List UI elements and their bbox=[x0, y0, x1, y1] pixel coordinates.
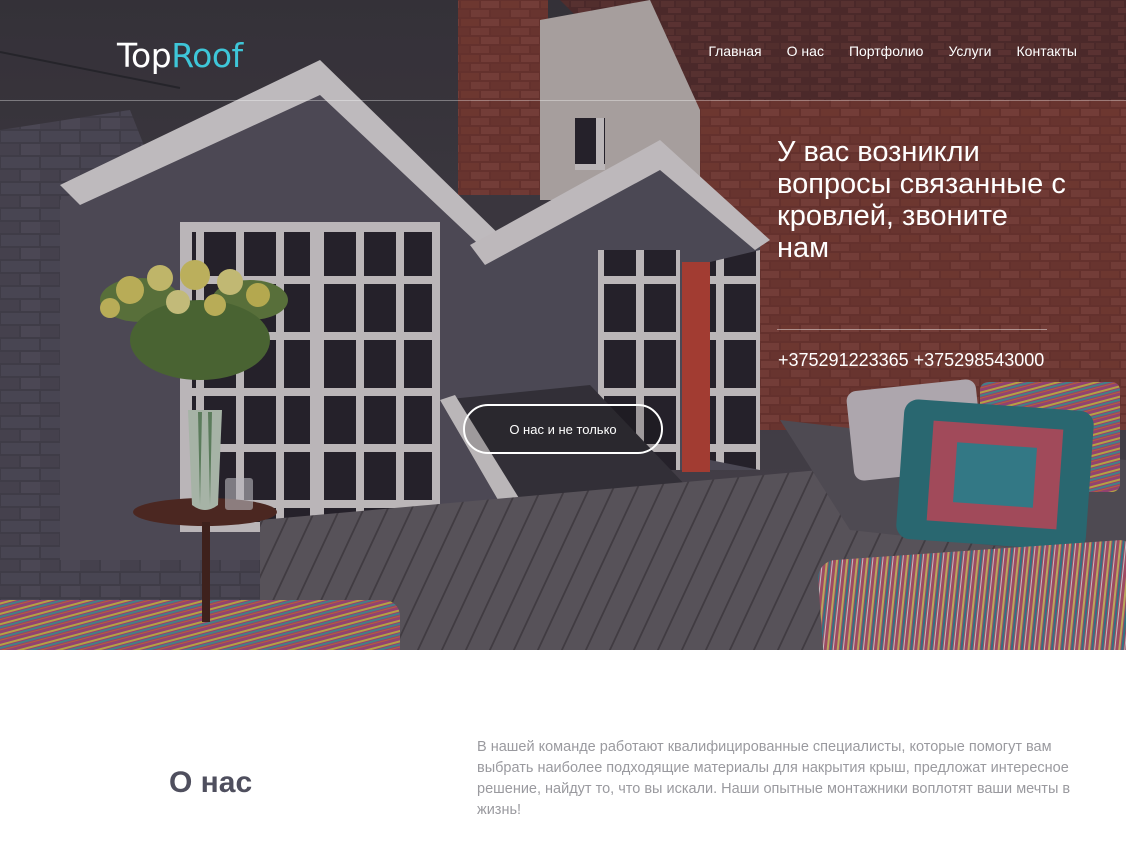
site-header: TopRoof Главная О нас Портфолио Услуги К… bbox=[0, 0, 1126, 101]
hero-section: TopRoof Главная О нас Портфолио Услуги К… bbox=[0, 0, 1126, 650]
main-nav: Главная О нас Портфолио Услуги Контакты bbox=[683, 43, 1077, 59]
nav-item-contacts[interactable]: Контакты bbox=[1017, 43, 1077, 59]
nav-item-portfolio[interactable]: Портфолио bbox=[849, 43, 924, 59]
hero-divider bbox=[777, 329, 1047, 330]
about-text: В нашей команде работают квалифицированн… bbox=[477, 739, 1071, 818]
nav-item-about[interactable]: О нас bbox=[787, 43, 824, 59]
about-title: О нас bbox=[169, 766, 253, 799]
about-more-button[interactable]: О нас и не только bbox=[463, 404, 663, 454]
nav-item-home[interactable]: Главная bbox=[708, 43, 761, 59]
hero-phone-numbers: +375291223365 +375298543000 bbox=[778, 350, 1045, 370]
hero-title: У вас возникли вопросы связанные с кровл… bbox=[777, 136, 1066, 264]
logo-text-roof: Roof bbox=[171, 36, 243, 75]
logo-text-top: Top bbox=[117, 36, 172, 75]
nav-item-services[interactable]: Услуги bbox=[948, 43, 991, 59]
logo[interactable]: TopRoof bbox=[117, 36, 243, 75]
